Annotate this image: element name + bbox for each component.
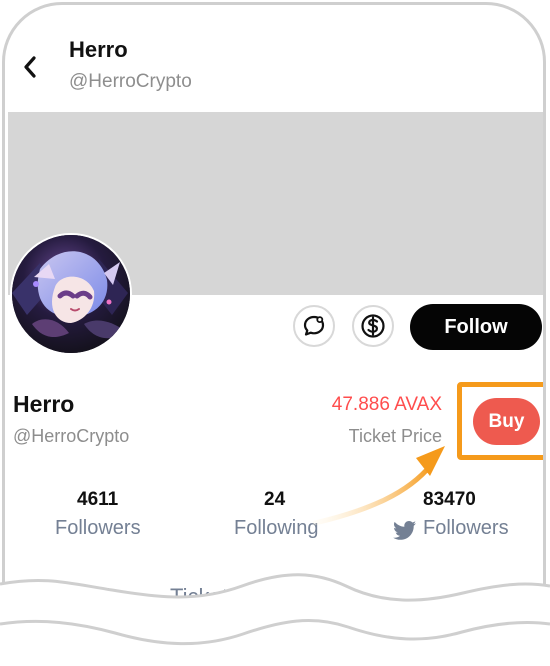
avatar xyxy=(12,235,130,353)
ticket-price-value: 47.886 AVAX xyxy=(331,394,442,415)
dollar-circle-icon xyxy=(361,314,385,338)
twitter-followers-label[interactable]: Followers xyxy=(423,517,509,540)
profile-handle: @HerroCrypto xyxy=(13,426,130,446)
tab-threads[interactable]: Threads xyxy=(37,584,123,610)
profile-screenshot: Herro @HerroCrypto Follow Herro @HerroCr… xyxy=(0,0,550,666)
ticket-price-label: Ticket Price xyxy=(348,426,442,446)
following-label[interactable]: Following xyxy=(234,517,318,540)
phone-frame: Herro @HerroCrypto Follow Herro @HerroCr… xyxy=(2,2,546,642)
header-name: Herro xyxy=(69,37,128,62)
followers-count: 4611 xyxy=(77,489,119,510)
buy-button[interactable]: Buy xyxy=(473,398,540,445)
back-button[interactable] xyxy=(16,50,44,84)
tip-button[interactable] xyxy=(352,305,394,347)
chevron-left-icon xyxy=(24,56,36,78)
tab-tickets[interactable]: Tickets xyxy=(170,584,239,610)
chat-bubble-icon xyxy=(303,315,325,336)
header-handle: @HerroCrypto xyxy=(69,71,192,92)
twitter-bird-icon xyxy=(393,521,416,540)
avatar-illustration xyxy=(12,235,130,353)
twitter-followers-count: 83470 xyxy=(423,489,476,510)
follow-button[interactable]: Follow xyxy=(410,304,542,350)
followers-label[interactable]: Followers xyxy=(55,517,141,540)
chat-button[interactable] xyxy=(293,305,335,347)
profile-name: Herro xyxy=(13,391,75,417)
following-count: 24 xyxy=(264,489,286,510)
